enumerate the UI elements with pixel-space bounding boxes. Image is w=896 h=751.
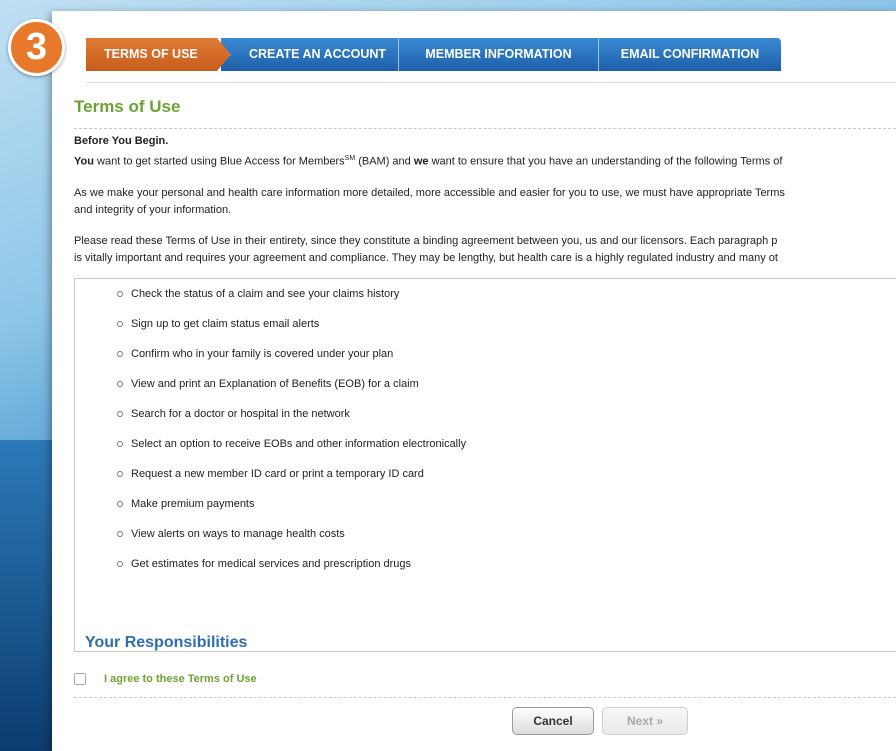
intro-text: Before You Begin. You want to get starte… — [74, 133, 896, 281]
list-item-text: Request a new member ID card or print a … — [131, 468, 424, 480]
list-item: Make premium payments — [117, 495, 466, 525]
tab-member-information: MEMBER INFORMATION — [399, 38, 599, 71]
list-item: Sign up to get claim status email alerts — [117, 315, 466, 345]
intro-paragraph-2: As we make your personal and health care… — [74, 185, 896, 219]
list-item: Request a new member ID card or print a … — [117, 465, 466, 495]
intro-heading: Before You Begin. — [74, 135, 169, 147]
list-item-text: View alerts on ways to manage health cos… — [131, 528, 345, 540]
terms-scroll-box[interactable]: Check the status of a claim and see your… — [74, 278, 896, 652]
progress-tabs: TERMS OF USE CREATE AN ACCOUNT MEMBER IN… — [86, 38, 781, 71]
divider — [74, 697, 896, 698]
emphasis-you: You — [74, 155, 94, 168]
list-item: Select an option to receive EOBs and oth… — [117, 435, 466, 465]
list-item-text: Make premium payments — [131, 498, 255, 510]
service-mark: SM — [344, 155, 356, 162]
list-item-text: Select an option to receive EOBs and oth… — [131, 438, 467, 450]
bullet-icon — [117, 381, 123, 387]
intro-line: As we make your personal and health care… — [74, 186, 785, 199]
intro-line: Please read these Terms of Use in their … — [74, 234, 778, 247]
agree-checkbox[interactable] — [74, 673, 86, 685]
list-item: View alerts on ways to manage health cos… — [117, 525, 466, 555]
agree-label[interactable]: I agree to these Terms of Use — [104, 673, 257, 685]
next-button[interactable]: Next » — [602, 707, 688, 735]
tab-email-confirmation: EMAIL CONFIRMATION — [599, 38, 781, 71]
list-item-text: Confirm who in your family is covered un… — [131, 348, 394, 360]
terms-panel: TERMS OF USE CREATE AN ACCOUNT MEMBER IN… — [52, 11, 896, 751]
intro-line: is vitally important and requires your a… — [74, 251, 778, 264]
list-item-text: Get estimates for medical services and p… — [131, 558, 412, 570]
bullet-icon — [117, 531, 123, 537]
list-item-text: View and print an Explanation of Benefit… — [131, 378, 419, 390]
intro-paragraph-1: You want to get started using Blue Acces… — [74, 150, 896, 171]
page-title: Terms of Use — [74, 97, 181, 116]
list-item-text: Search for a doctor or hospital in the n… — [131, 408, 350, 420]
intro-paragraph-3: Please read these Terms of Use in their … — [74, 233, 896, 267]
list-item: Get estimates for medical services and p… — [117, 555, 466, 585]
tab-create-account: CREATE AN ACCOUNT — [221, 38, 399, 71]
feature-list: Check the status of a claim and see your… — [117, 285, 466, 585]
bullet-icon — [117, 561, 123, 567]
list-item: Search for a doctor or hospital in the n… — [117, 405, 466, 435]
bullet-icon — [117, 321, 123, 327]
cancel-button[interactable]: Cancel — [512, 707, 594, 735]
intro-text-span: want to ensure that you have an understa… — [428, 155, 783, 168]
responsibilities-heading: Your Responsibilities — [85, 634, 248, 651]
bullet-icon — [117, 441, 123, 447]
emphasis-we: we — [413, 155, 429, 168]
tab-terms-of-use: TERMS OF USE — [86, 38, 231, 71]
list-item: Check the status of a claim and see your… — [117, 285, 466, 315]
bullet-icon — [117, 501, 123, 507]
bullet-icon — [117, 351, 123, 357]
intro-line: and integrity of your information. — [74, 203, 232, 216]
intro-text-span: (BAM) and — [355, 155, 414, 168]
list-item-text: Sign up to get claim status email alerts — [131, 318, 320, 330]
list-item: Confirm who in your family is covered un… — [117, 345, 466, 375]
list-item-text: Check the status of a claim and see your… — [131, 288, 400, 300]
step-number-badge: 3 — [8, 19, 65, 76]
divider — [86, 82, 896, 83]
bullet-icon — [117, 411, 123, 417]
action-buttons: Cancel Next » — [512, 707, 688, 735]
bullet-icon — [117, 471, 123, 477]
agree-row: I agree to these Terms of Use — [74, 673, 257, 685]
bullet-icon — [117, 291, 123, 297]
divider — [74, 128, 896, 129]
list-item: View and print an Explanation of Benefit… — [117, 375, 466, 405]
intro-text-span: want to get started using Blue Access fo… — [93, 155, 345, 168]
